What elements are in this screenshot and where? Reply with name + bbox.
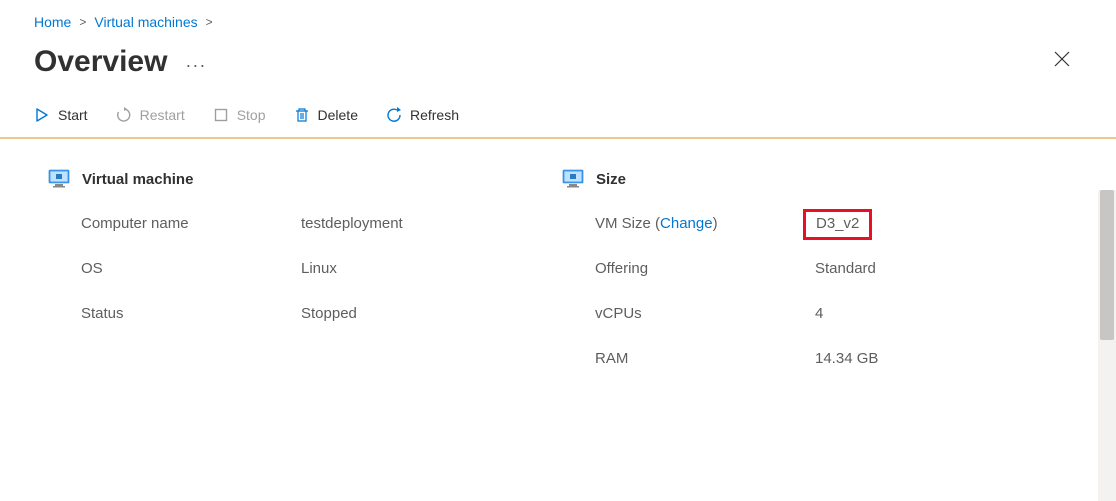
close-button[interactable] bbox=[1048, 44, 1076, 79]
close-icon bbox=[1054, 51, 1070, 67]
vcpus-row: vCPUs 4 bbox=[562, 305, 1076, 322]
trash-icon bbox=[294, 107, 310, 123]
chevron-right-icon: > bbox=[206, 15, 213, 29]
os-row: OS Linux bbox=[48, 260, 562, 277]
breadcrumb-home[interactable]: Home bbox=[34, 14, 71, 30]
vertical-scrollbar[interactable] bbox=[1098, 190, 1116, 501]
play-icon bbox=[34, 107, 50, 123]
computer-name-value: testdeployment bbox=[301, 215, 403, 232]
stop-icon bbox=[213, 107, 229, 123]
status-row: Status Stopped bbox=[48, 305, 562, 322]
offering-row: Offering Standard bbox=[562, 260, 1076, 277]
breadcrumb-virtual-machines[interactable]: Virtual machines bbox=[94, 14, 197, 30]
vm-section-title: Virtual machine bbox=[82, 171, 193, 188]
refresh-label: Refresh bbox=[410, 107, 459, 123]
restart-button: Restart bbox=[116, 107, 185, 123]
stop-button: Stop bbox=[213, 107, 266, 123]
vcpus-value: 4 bbox=[815, 305, 823, 322]
more-actions-button[interactable]: ··· bbox=[185, 55, 206, 76]
command-bar: Start Restart Stop Delete Refresh bbox=[0, 107, 1116, 139]
restart-label: Restart bbox=[140, 107, 185, 123]
overview-content: Virtual machine Computer name testdeploy… bbox=[0, 139, 1116, 395]
start-button[interactable]: Start bbox=[34, 107, 88, 123]
vcpus-label: vCPUs bbox=[595, 305, 815, 322]
vm-size-value: D3_v2 bbox=[815, 215, 860, 232]
delete-label: Delete bbox=[318, 107, 358, 123]
vm-monitor-icon bbox=[562, 169, 584, 189]
refresh-icon bbox=[386, 107, 402, 123]
status-value: Stopped bbox=[301, 305, 357, 322]
offering-label: Offering bbox=[595, 260, 815, 277]
chevron-right-icon: > bbox=[79, 15, 86, 29]
status-label: Status bbox=[81, 305, 301, 322]
breadcrumb: Home > Virtual machines > bbox=[0, 0, 1116, 36]
os-value: Linux bbox=[301, 260, 337, 277]
start-label: Start bbox=[58, 107, 88, 123]
ram-value: 14.34 GB bbox=[815, 350, 878, 367]
size-section-title: Size bbox=[596, 171, 626, 188]
delete-button[interactable]: Delete bbox=[294, 107, 358, 123]
vm-size-highlight: D3_v2 bbox=[803, 209, 872, 240]
restart-icon bbox=[116, 107, 132, 123]
stop-label: Stop bbox=[237, 107, 266, 123]
vm-size-label: VM Size (Change) bbox=[595, 215, 815, 232]
os-label: OS bbox=[81, 260, 301, 277]
computer-name-label: Computer name bbox=[81, 215, 301, 232]
size-section: Size VM Size (Change) D3_v2 Offering Sta… bbox=[562, 169, 1076, 395]
vm-size-row: VM Size (Change) D3_v2 bbox=[562, 215, 1076, 232]
vm-section: Virtual machine Computer name testdeploy… bbox=[48, 169, 562, 395]
refresh-button[interactable]: Refresh bbox=[386, 107, 459, 123]
computer-name-row: Computer name testdeployment bbox=[48, 215, 562, 232]
ram-row: RAM 14.34 GB bbox=[562, 350, 1076, 367]
vm-monitor-icon bbox=[48, 169, 70, 189]
scrollbar-thumb[interactable] bbox=[1100, 190, 1114, 340]
offering-value: Standard bbox=[815, 260, 876, 277]
ram-label: RAM bbox=[595, 350, 815, 367]
title-bar: Overview ··· bbox=[0, 36, 1116, 107]
page-title: Overview bbox=[34, 45, 167, 79]
change-size-link[interactable]: Change bbox=[660, 215, 713, 232]
